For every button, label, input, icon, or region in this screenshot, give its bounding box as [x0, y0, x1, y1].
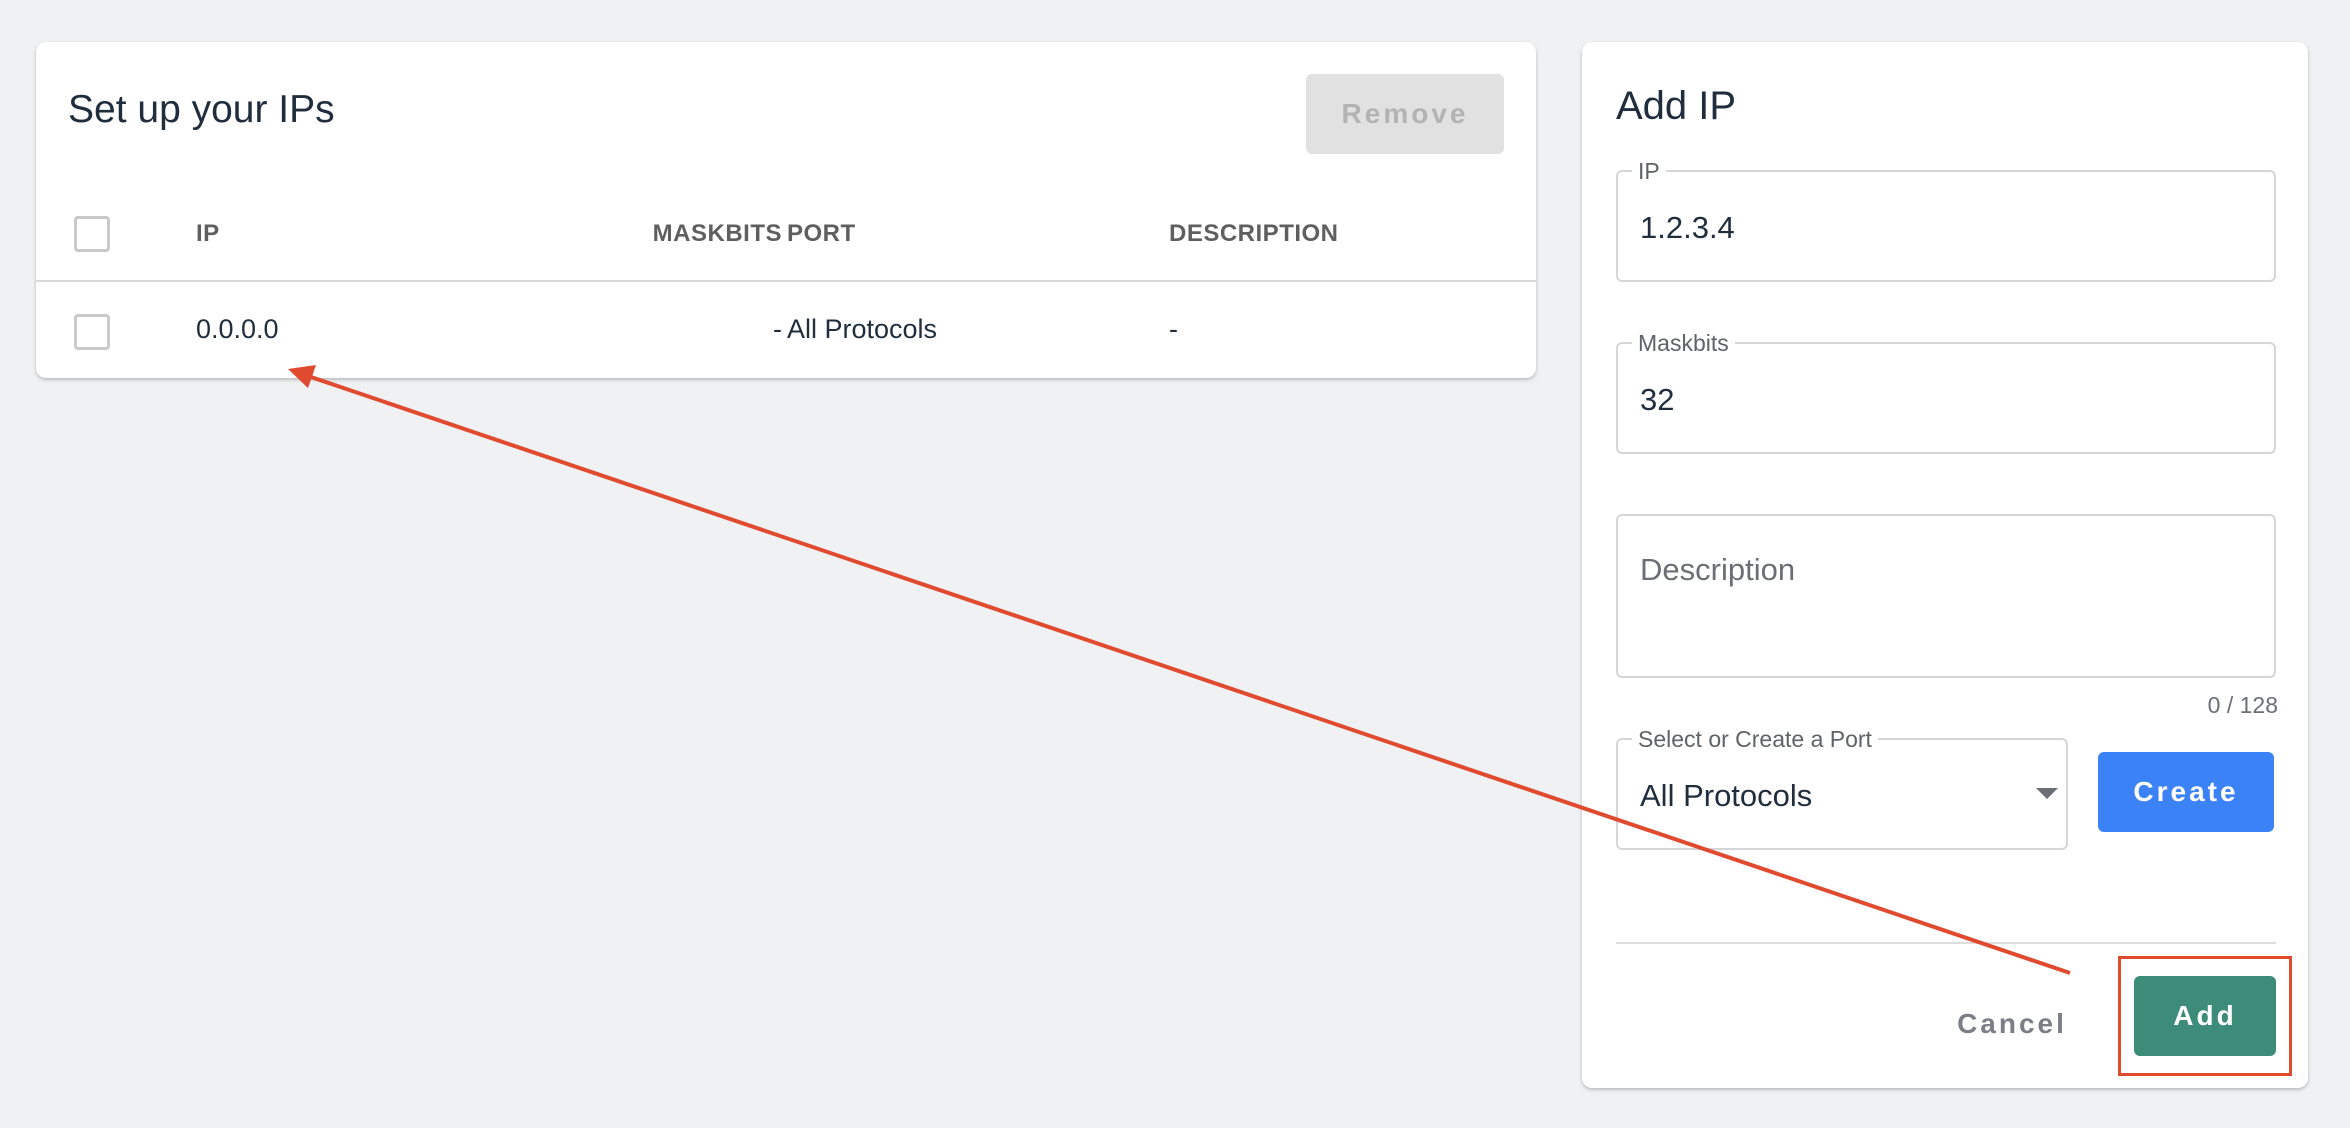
row-maskbits: -	[773, 314, 782, 344]
cancel-button[interactable]: Cancel	[1942, 994, 2082, 1054]
ip-field-value[interactable]: 1.2.3.4	[1640, 210, 1735, 246]
add-ip-title: Add IP	[1616, 84, 1737, 128]
column-header-description: DESCRIPTION	[1169, 220, 1339, 247]
ip-field-label: IP	[1632, 158, 1666, 184]
dropdown-arrow-icon[interactable]	[2036, 788, 2058, 799]
ip-list-card: Set up your IPs Remove IP MASKBITS PORT …	[36, 42, 1536, 378]
create-port-button[interactable]: Create	[2098, 752, 2274, 832]
description-field[interactable]: Description	[1616, 514, 2276, 678]
port-select-label: Select or Create a Port	[1632, 726, 1878, 752]
ip-list-title: Set up your IPs	[68, 88, 335, 131]
port-select[interactable]: Select or Create a Port All Protocols	[1616, 726, 2068, 850]
row-port: All Protocols	[787, 314, 938, 344]
row-description: -	[1169, 314, 1178, 344]
maskbits-field-label: Maskbits	[1632, 330, 1735, 356]
add-ip-panel: Add IP IP 1.2.3.4 Maskbits 32 Descriptio…	[1582, 42, 2308, 1088]
port-select-value: All Protocols	[1640, 778, 1813, 813]
description-placeholder: Description	[1640, 552, 1796, 587]
footer-divider	[1616, 942, 2276, 944]
ip-field[interactable]: IP 1.2.3.4	[1616, 158, 2276, 282]
maskbits-field-value[interactable]: 32	[1640, 382, 1674, 418]
column-header-port: PORT	[787, 220, 856, 247]
maskbits-field[interactable]: Maskbits 32	[1616, 330, 2276, 454]
description-char-counter: 0 / 128	[2207, 692, 2278, 718]
add-button-highlight-box	[2118, 956, 2292, 1076]
row-ip: 0.0.0.0	[196, 314, 279, 344]
remove-button[interactable]: Remove	[1306, 74, 1504, 154]
column-header-ip: IP	[196, 220, 220, 247]
select-all-checkbox[interactable]	[74, 216, 110, 252]
row-checkbox[interactable]	[74, 314, 110, 350]
column-header-maskbits: MASKBITS	[652, 220, 782, 247]
table-header-divider	[36, 280, 1536, 282]
